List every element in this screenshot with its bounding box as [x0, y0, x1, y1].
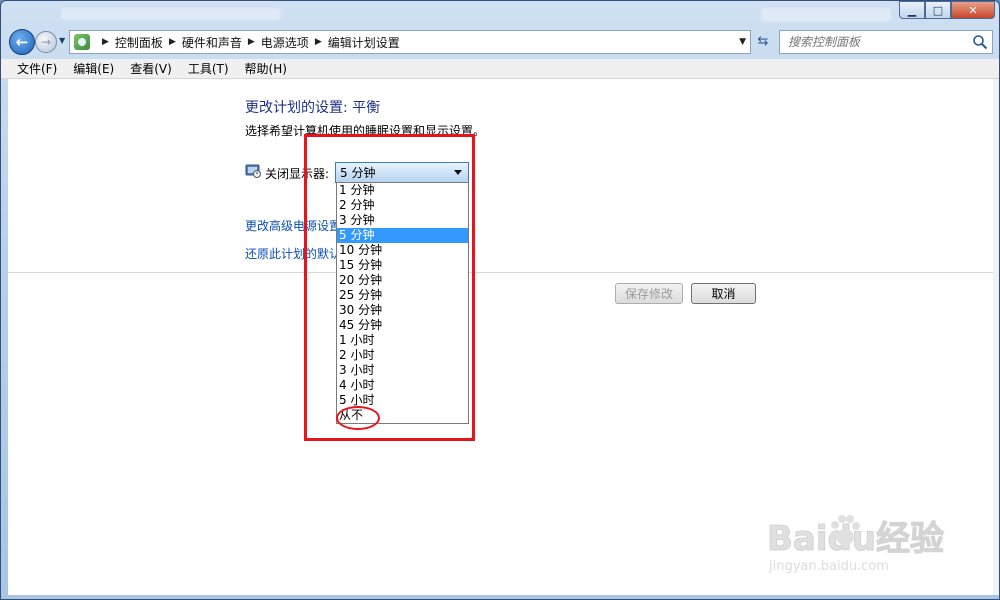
menu-view[interactable]: 查看(V) — [124, 60, 178, 77]
search-icon[interactable] — [972, 34, 988, 50]
menu-help[interactable]: 帮助(H) — [239, 60, 293, 77]
menu-tools[interactable]: 工具(T) — [182, 60, 235, 77]
monitor-clock-icon — [245, 164, 261, 178]
menu-file[interactable]: 文件(F) — [11, 60, 63, 77]
breadcrumb-control-panel[interactable]: 控制面板 — [115, 34, 163, 51]
forward-button[interactable]: → — [35, 31, 57, 53]
minimize-icon: ▁ — [907, 3, 917, 17]
back-button[interactable]: ← — [9, 29, 35, 55]
control-panel-window: ▁ □ ✕ ← → ▼ ▶ 控制面板 ▶ 硬件和声音 ▶ 电源选项 ▶ 编辑计划… — [0, 0, 1000, 600]
chevron-right-icon[interactable]: ▶ — [102, 37, 109, 47]
annotation-highlight-box — [304, 134, 475, 441]
arrow-right-icon: → — [40, 35, 52, 49]
address-dropdown-icon[interactable]: ▼ — [739, 37, 746, 47]
breadcrumb-hardware-sound[interactable]: 硬件和声音 — [182, 34, 242, 51]
maximize-button[interactable]: □ — [925, 1, 951, 19]
window-controls: ▁ □ ✕ — [899, 1, 995, 19]
blurred-title-crumbs — [61, 8, 281, 20]
window-right-edge — [993, 79, 999, 595]
arrow-left-icon: ← — [15, 33, 29, 51]
search-input[interactable] — [788, 35, 968, 49]
chevron-down-icon: ▼ — [59, 36, 66, 45]
watermark-url: jingyan.baidu.com — [769, 559, 889, 574]
navigation-bar: ← → ▼ ▶ 控制面板 ▶ 硬件和声音 ▶ 电源选项 ▶ 编辑计划设置 ▼ ⇆ — [1, 27, 999, 57]
title-bar[interactable]: ▁ □ ✕ — [1, 1, 999, 27]
menu-edit[interactable]: 编辑(E) — [67, 60, 120, 77]
minimize-button[interactable]: ▁ — [899, 1, 925, 19]
refresh-icon: ⇆ — [757, 34, 769, 49]
chevron-right-icon[interactable]: ▶ — [248, 37, 255, 47]
blurred-title-search — [761, 8, 891, 22]
close-icon: ✕ — [968, 3, 978, 17]
paw-icon — [831, 515, 860, 545]
breadcrumb-power-options[interactable]: 电源选项 — [261, 34, 309, 51]
save-changes-button[interactable]: 保存修改 — [615, 283, 683, 304]
baidu-watermark: Baidu经验 jingyan.baidu.com — [766, 511, 987, 581]
control-panel-icon — [74, 34, 90, 50]
address-bar[interactable]: ▶ 控制面板 ▶ 硬件和声音 ▶ 电源选项 ▶ 编辑计划设置 ▼ — [69, 30, 751, 54]
search-box[interactable] — [779, 30, 993, 54]
breadcrumb-edit-plan[interactable]: 编辑计划设置 — [328, 34, 400, 51]
menu-bar: 文件(F) 编辑(E) 查看(V) 工具(T) 帮助(H) — [1, 59, 999, 79]
close-button[interactable]: ✕ — [951, 1, 995, 19]
chevron-right-icon[interactable]: ▶ — [315, 37, 322, 47]
chevron-right-icon[interactable]: ▶ — [169, 37, 176, 47]
refresh-button[interactable]: ⇆ — [753, 32, 773, 52]
divider — [8, 272, 994, 273]
recent-pages-dropdown[interactable]: ▼ — [59, 36, 65, 45]
maximize-icon: □ — [932, 3, 944, 17]
annotation-circle — [336, 406, 380, 430]
cancel-button[interactable]: 取消 — [691, 283, 756, 304]
page-title: 更改计划的设置: 平衡 — [245, 100, 381, 116]
